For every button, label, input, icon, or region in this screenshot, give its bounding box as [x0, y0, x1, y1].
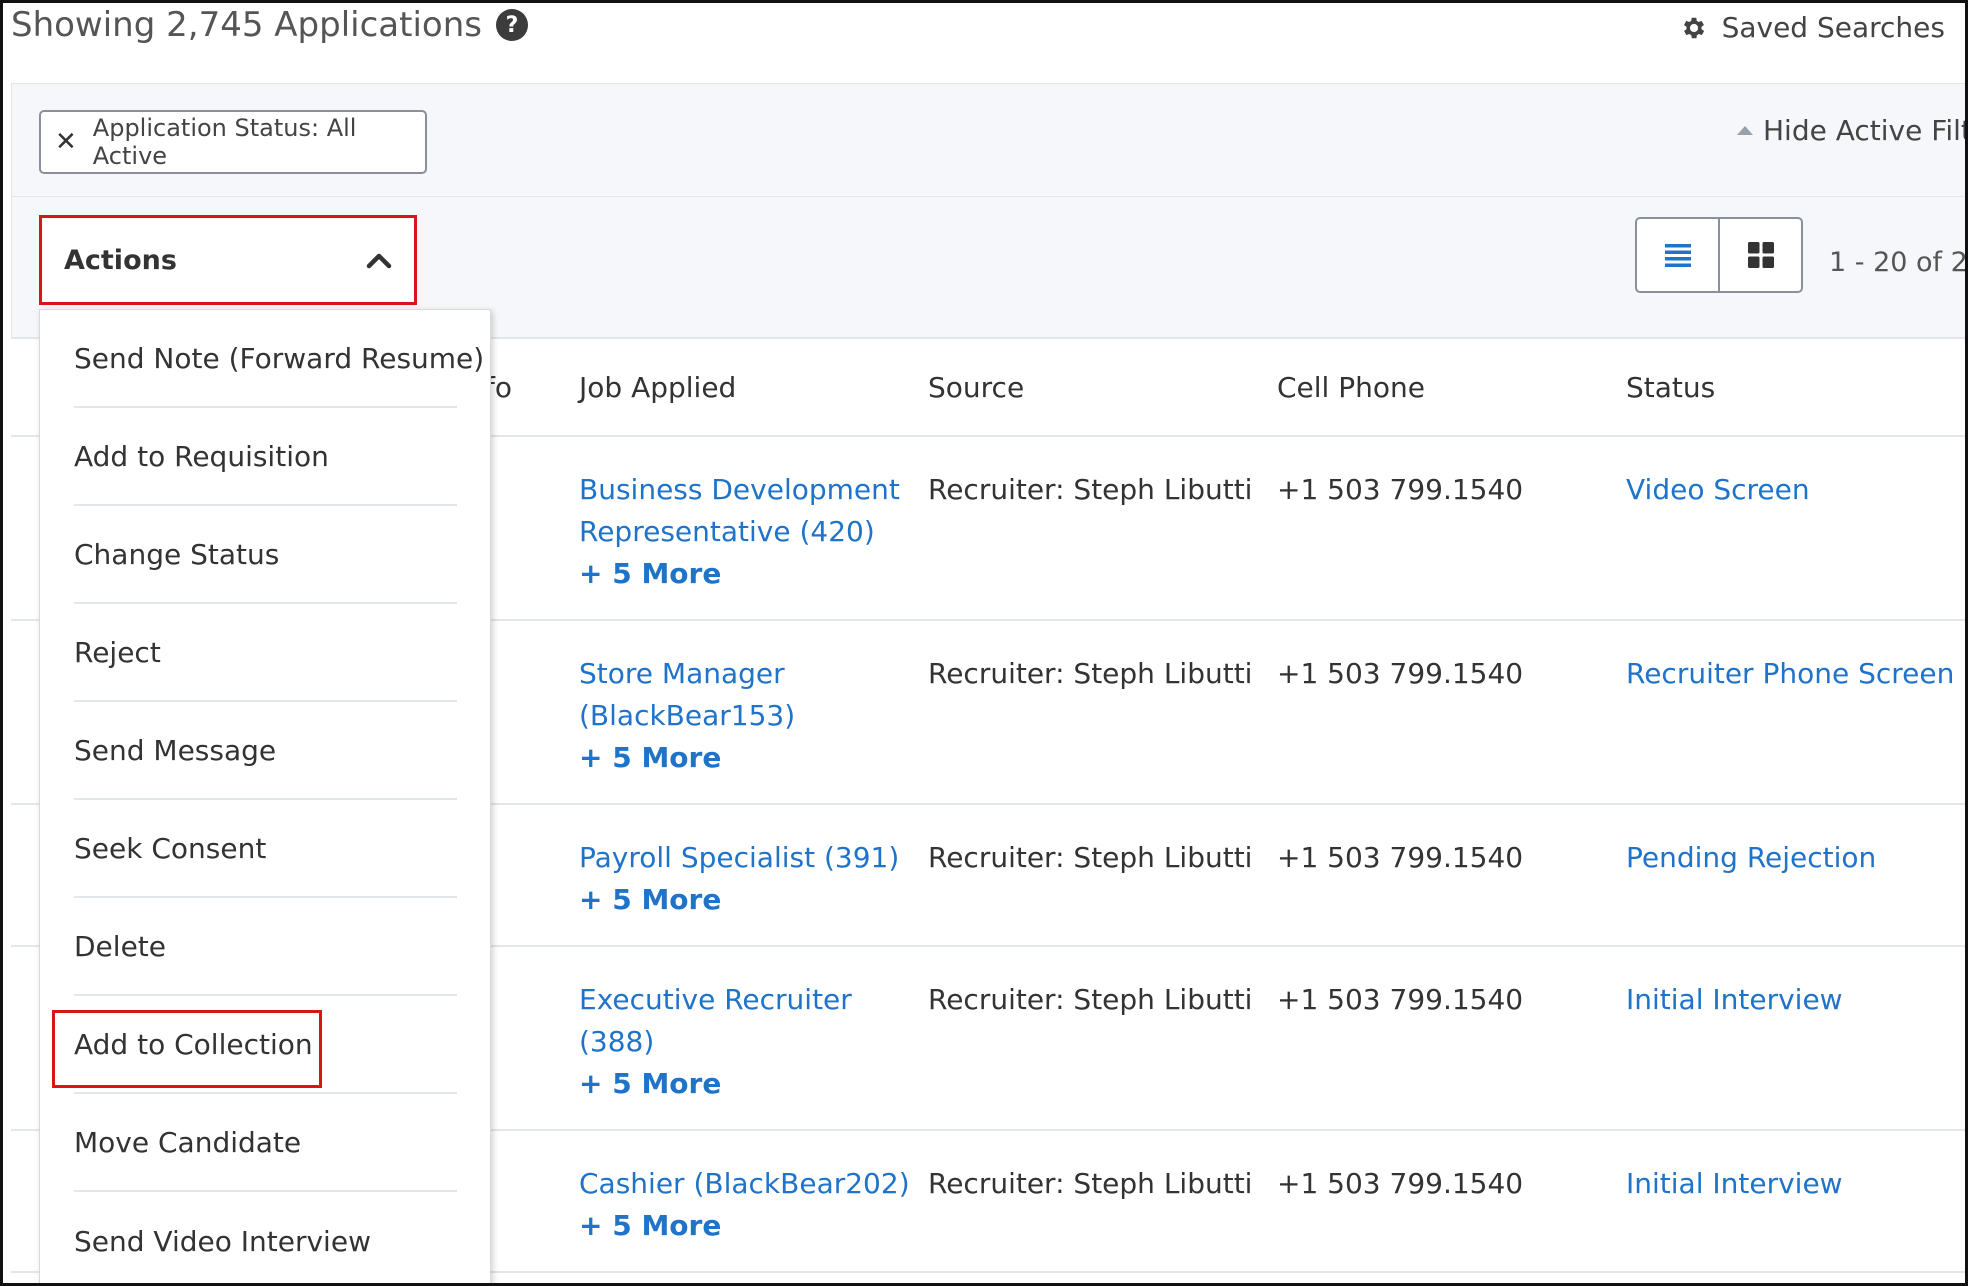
menu-item-send-video-interview[interactable]: Send Video Interview [74, 1192, 457, 1283]
source-cell: Recruiter: Steph Libutti [928, 473, 1253, 506]
hide-active-filters-label: Hide Active Filte [1763, 114, 1968, 147]
filter-divider [12, 196, 1965, 197]
job-link[interactable]: Cashier (BlackBear202) [579, 1163, 910, 1205]
page-title: Showing 2,745 Applications ? [11, 5, 528, 45]
job-link[interactable]: Business Development [579, 469, 900, 511]
status-link[interactable]: Initial Interview [1626, 1163, 1843, 1205]
grid-view-button[interactable] [1718, 219, 1801, 291]
more-jobs-link[interactable]: + 5 More [579, 553, 900, 595]
job-applied-cell: Store Manager (BlackBear153) + 5 More [579, 653, 795, 779]
job-link[interactable]: Store Manager [579, 653, 795, 695]
list-view-button[interactable] [1637, 219, 1718, 291]
status-link[interactable]: Recruiter Phone Screen [1626, 653, 1954, 695]
source-cell: Recruiter: Steph Libutti [928, 983, 1253, 1016]
cell-phone-cell: +1 503 799.1540 [1277, 1167, 1524, 1200]
menu-item-change-status[interactable]: Change Status [74, 506, 457, 604]
more-jobs-link[interactable]: + 5 More [579, 1205, 910, 1247]
source-cell: Recruiter: Steph Libutti [928, 1167, 1253, 1200]
job-link[interactable]: (BlackBear153) [579, 695, 795, 737]
column-header-job-applied[interactable]: Job Applied [579, 371, 736, 404]
actions-dropdown-menu: Send Note (Forward Resume) Add to Requis… [39, 309, 491, 1283]
active-filter-chip[interactable]: ✕ Application Status: All Active [39, 110, 427, 174]
menu-item-send-note[interactable]: Send Note (Forward Resume) [74, 310, 484, 408]
saved-searches-label: Saved Searches [1721, 11, 1945, 44]
pagination-text: 1 - 20 of 2,7 [1829, 247, 1968, 278]
more-jobs-link[interactable]: + 5 More [579, 737, 795, 779]
menu-item-seek-consent[interactable]: Seek Consent [74, 800, 457, 898]
more-jobs-link[interactable]: + 5 More [579, 1063, 852, 1105]
job-link[interactable]: (388) [579, 1021, 852, 1063]
job-applied-cell: Business Development Representative (420… [579, 469, 900, 595]
menu-item-add-to-requisition[interactable]: Add to Requisition [74, 408, 457, 506]
cell-phone-cell: +1 503 799.1540 [1277, 657, 1524, 690]
column-header-cell-phone[interactable]: Cell Phone [1277, 371, 1425, 404]
page-title-text: Showing 2,745 Applications [11, 5, 482, 45]
cell-phone-cell: +1 503 799.1540 [1277, 473, 1524, 506]
app-frame: Showing 2,745 Applications ? Saved Searc… [0, 0, 1968, 1286]
cell-phone-cell: +1 503 799.1540 [1277, 841, 1524, 874]
menu-item-move-candidate[interactable]: Move Candidate [74, 1094, 457, 1192]
actions-dropdown-button[interactable]: Actions [39, 215, 417, 305]
job-applied-cell: Cashier (BlackBear202) + 5 More [579, 1163, 910, 1247]
column-header-source[interactable]: Source [928, 371, 1024, 404]
cell-phone-cell: +1 503 799.1540 [1277, 983, 1524, 1016]
status-link[interactable]: Video Screen [1626, 469, 1810, 511]
job-link[interactable]: Payroll Specialist (391) [579, 837, 899, 879]
job-applied-cell: Payroll Specialist (391) + 5 More [579, 837, 899, 921]
add-to-collection-highlight [52, 1010, 322, 1088]
source-cell: Recruiter: Steph Libutti [928, 657, 1253, 690]
hide-active-filters-button[interactable]: Hide Active Filte [1737, 114, 1968, 147]
triangle-up-icon [1737, 126, 1753, 135]
active-filter-label: Application Status: All Active [92, 114, 357, 170]
column-header-status[interactable]: Status [1626, 371, 1715, 404]
status-link[interactable]: Pending Rejection [1626, 837, 1876, 879]
gear-icon [1680, 14, 1708, 42]
chevron-up-icon [366, 251, 392, 269]
menu-item-send-message[interactable]: Send Message [74, 702, 457, 800]
actions-label: Actions [64, 244, 177, 276]
menu-item-delete[interactable]: Delete [74, 898, 457, 996]
menu-item-reject[interactable]: Reject [74, 604, 457, 702]
grid-view-icon [1747, 241, 1775, 269]
job-link[interactable]: Executive Recruiter [579, 979, 852, 1021]
source-cell: Recruiter: Steph Libutti [928, 841, 1253, 874]
more-jobs-link[interactable]: + 5 More [579, 879, 899, 921]
view-toggle [1635, 217, 1803, 293]
help-icon[interactable]: ? [495, 9, 528, 41]
status-link[interactable]: Initial Interview [1626, 979, 1843, 1021]
saved-searches-button[interactable]: Saved Searches [1680, 11, 1945, 44]
job-applied-cell: Executive Recruiter (388) + 5 More [579, 979, 852, 1105]
close-icon[interactable]: ✕ [55, 129, 77, 155]
job-link[interactable]: Representative (420) [579, 511, 900, 553]
list-view-icon [1664, 242, 1692, 268]
